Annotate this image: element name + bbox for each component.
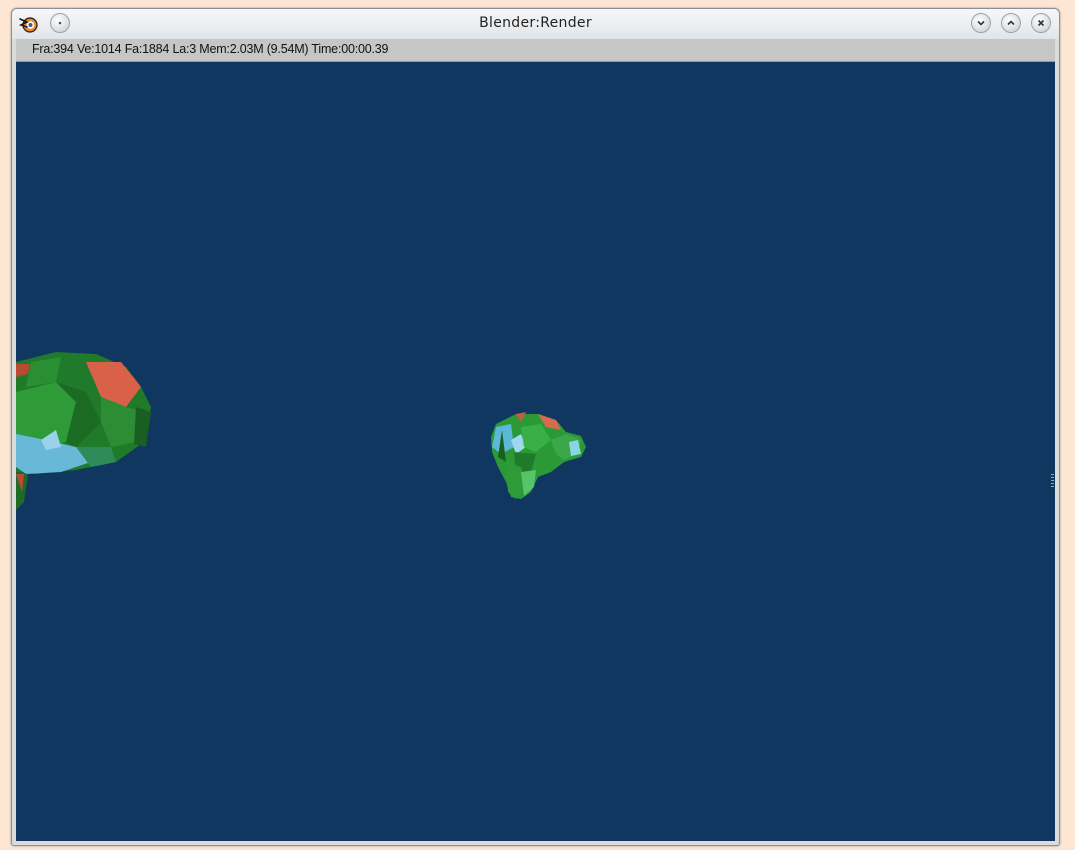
render-stats-text: Fra:394 Ve:1014 Fa:1884 La:3 Mem:2.03M (… [32,42,389,56]
minimize-icon [977,20,985,26]
render-image [16,352,586,510]
suzanne-monkey-head-large [16,352,151,510]
close-icon [1037,19,1045,27]
maximize-button[interactable] [1001,13,1021,33]
resize-grip[interactable] [1051,474,1054,488]
minimize-button[interactable] [971,13,991,33]
window-title: Blender:Render [479,15,592,31]
render-window: Blender:Render Fra:394 Ve:1014 Fa:1884 L… [11,8,1060,846]
close-button[interactable] [1031,13,1051,33]
render-viewport [16,62,1055,841]
suzanne-monkey-head-small [491,412,586,499]
maximize-icon [1007,20,1015,26]
render-status-bar: Fra:394 Ve:1014 Fa:1884 La:3 Mem:2.03M (… [16,39,1055,62]
title-bar[interactable]: Blender:Render [12,9,1059,39]
